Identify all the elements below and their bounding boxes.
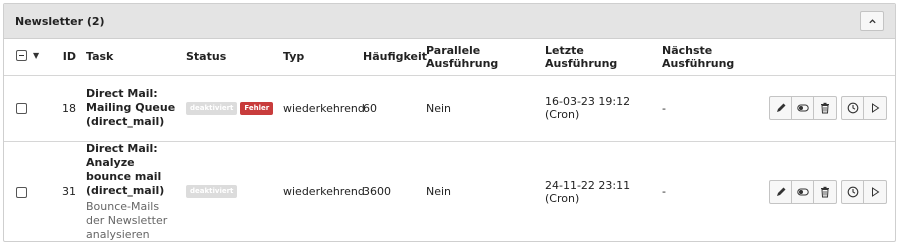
row-checkbox[interactable]: [16, 103, 27, 114]
row-checkbox[interactable]: [16, 186, 27, 198]
chevron-up-icon: [868, 18, 876, 23]
select-all-checkbox[interactable]: [16, 49, 27, 61]
row-naechste: -: [662, 101, 666, 115]
play-icon: [872, 186, 880, 197]
row-letzte: 16-03-23 19:12 (Cron): [545, 95, 631, 121]
caret-down-icon[interactable]: ▼: [33, 51, 39, 60]
task-description: Bounce-Mails der Newsletter analysieren: [86, 199, 168, 241]
toggle-button[interactable]: [792, 97, 814, 119]
trash-icon: [821, 102, 829, 114]
clock-icon: [847, 102, 858, 114]
status-badge: deaktiviert: [186, 101, 238, 115]
clock-icon: [847, 186, 858, 197]
edit-button[interactable]: [770, 180, 792, 203]
delete-button[interactable]: [814, 97, 836, 119]
toggle-icon: [796, 104, 809, 112]
row-id: 31: [62, 185, 76, 198]
row-haeufigkeit: 60: [363, 101, 377, 115]
col-naechste[interactable]: Nächste Ausführung: [658, 39, 770, 75]
task-name: Direct Mail: Analyze bounce mail (direct…: [86, 141, 165, 197]
table-row: 31 Direct Mail: Analyze bounce mail (dir…: [4, 141, 895, 241]
edit-icon: [776, 187, 785, 196]
history-button[interactable]: [842, 180, 864, 203]
col-typ[interactable]: Typ: [279, 39, 359, 75]
col-task[interactable]: Task: [82, 39, 182, 75]
history-button[interactable]: [842, 97, 864, 119]
play-icon: [872, 103, 880, 113]
task-table: ▼ ID Task Status Typ Häufigkeit Parallel…: [4, 39, 895, 241]
run-button[interactable]: [864, 97, 886, 119]
select-all-cell: ▼: [4, 39, 52, 75]
toggle-button[interactable]: [792, 180, 814, 203]
col-status[interactable]: Status: [182, 39, 279, 75]
col-id[interactable]: ID: [52, 39, 82, 75]
collapse-button[interactable]: [860, 11, 884, 31]
row-parallel: Nein: [426, 185, 452, 198]
row-actions: [769, 179, 893, 204]
col-letzte[interactable]: Letzte Ausführung: [541, 39, 658, 75]
row-haeufigkeit: 3600: [363, 185, 391, 198]
col-haeufigkeit[interactable]: Häufigkeit: [359, 39, 427, 75]
trash-icon: [821, 186, 829, 197]
task-name: Direct Mail: Mailing Queue (direct_mail): [86, 87, 176, 128]
delete-button[interactable]: [814, 181, 836, 203]
panel-header: Newsletter (2): [4, 4, 895, 39]
edit-icon: [776, 103, 785, 112]
run-button[interactable]: [864, 181, 886, 203]
row-naechste: -: [662, 185, 666, 198]
error-badge: Fehler: [240, 101, 274, 115]
row-parallel: Nein: [426, 101, 452, 115]
status-badge: deaktiviert: [186, 185, 238, 199]
row-typ: wiederkehrend: [283, 101, 365, 115]
row-typ: wiederkehrend: [283, 185, 365, 198]
row-letzte: 24-11-22 23:11 (Cron): [545, 178, 631, 205]
edit-button[interactable]: [770, 97, 792, 119]
col-parallel[interactable]: Parallele Ausführung: [422, 39, 541, 75]
table-row: 18 Direct Mail: Mailing Queue (direct_ma…: [4, 75, 895, 141]
row-actions: [769, 96, 893, 120]
toggle-icon: [796, 188, 809, 195]
table-header-row: ▼ ID Task Status Typ Häufigkeit Parallel…: [4, 39, 895, 75]
row-id: 18: [62, 101, 76, 115]
newsletter-panel: Newsletter (2) ▼ ID Task Status Typ Häuf…: [3, 3, 896, 242]
col-actions: [770, 39, 895, 75]
panel-title: Newsletter (2): [15, 14, 105, 28]
